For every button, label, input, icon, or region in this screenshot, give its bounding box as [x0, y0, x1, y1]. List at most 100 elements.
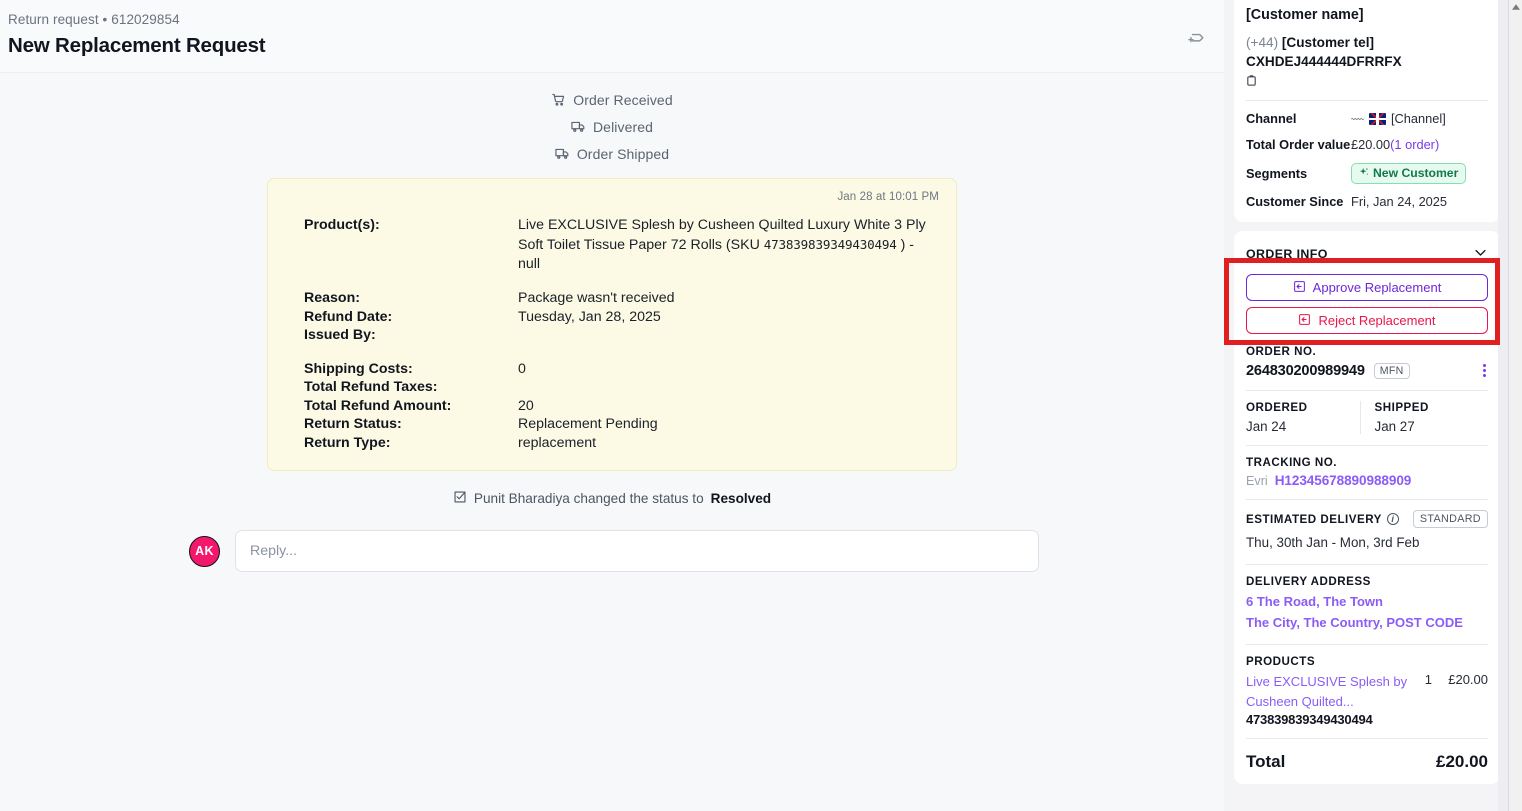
sidebar-scroll-track[interactable]	[1498, 0, 1508, 811]
uk-flag-icon	[1369, 113, 1386, 125]
shipping-speed-chip: STANDARD	[1412, 510, 1488, 528]
shipped-block: SHIPPED Jan 27	[1361, 401, 1489, 434]
order-no-value[interactable]: 264830200989949	[1246, 363, 1365, 379]
timeline-step-label: Order Received	[573, 91, 673, 108]
customer-id: CXHDEJ444444DFRRFX	[1246, 54, 1402, 69]
divider	[1246, 738, 1488, 739]
divider	[1246, 499, 1488, 500]
note-value: Replacement Pending	[518, 416, 658, 432]
reject-replacement-label: Reject Replacement	[1318, 313, 1436, 328]
divider	[1246, 100, 1488, 101]
squiggle-icon	[1351, 111, 1364, 127]
shipped-label: SHIPPED	[1374, 401, 1429, 414]
truck-icon	[571, 119, 586, 134]
timeline-step-label: Delivered	[592, 118, 654, 135]
note-timestamp: Jan 28 at 10:01 PM	[837, 191, 939, 203]
timeline-step: Order Shipped	[0, 140, 1224, 167]
ordered-value: Jan 24	[1246, 419, 1287, 434]
arrow-into-box-icon	[1293, 280, 1306, 296]
field-value: [Channel]	[1391, 111, 1446, 126]
fulfillment-chip: MFN	[1373, 362, 1410, 379]
order-info-title: ORDER INFO	[1246, 247, 1328, 261]
delivery-address-line2[interactable]: The City, The Country, POST CODE	[1246, 612, 1488, 633]
product-price: £20.00	[1448, 672, 1488, 687]
estimated-delivery-header: ESTIMATED DELIVERY i STANDARD	[1246, 510, 1488, 528]
field-value-wrap: New Customer	[1351, 163, 1467, 184]
page-title: New Replacement Request	[8, 34, 266, 57]
note-label: Total Refund Amount:	[304, 397, 452, 414]
note-label: Refund Date:	[304, 308, 393, 325]
timeline-step: Delivered	[0, 113, 1224, 140]
reply-placeholder: Reply...	[250, 543, 298, 559]
order-info-header[interactable]: ORDER INFO	[1246, 241, 1488, 265]
estimated-delivery-value: Thu, 30th Jan - Mon, 3rd Feb	[1246, 535, 1420, 550]
total-label: Total	[1246, 752, 1286, 771]
divider	[1246, 564, 1488, 565]
note-value: replacement	[518, 434, 597, 451]
breadcrumb[interactable]: Return request • 612029854	[8, 11, 1208, 29]
chevron-down-icon[interactable]	[1473, 245, 1488, 263]
divider	[1246, 644, 1488, 645]
avatar: AK	[189, 535, 220, 567]
return-details-note: Jan 28 at 10:01 PM Product(s): Live EXCL…	[267, 178, 957, 471]
reject-replacement-button[interactable]: Reject Replacement	[1246, 307, 1488, 334]
delivery-address-label: DELIVERY ADDRESS	[1246, 575, 1371, 588]
product-sku: 473839839349430494	[763, 237, 897, 252]
delivery-address-line1[interactable]: 6 The Road, The Town	[1246, 591, 1488, 612]
note-value	[518, 378, 939, 397]
field-key: Channel	[1246, 111, 1297, 126]
timeline-step: Order Received	[0, 86, 1224, 113]
order-value-group: £20.00 (1 order)	[1351, 137, 1439, 153]
tracking-label: TRACKING NO.	[1246, 456, 1338, 469]
segment-badge-label: New Customer	[1373, 166, 1459, 180]
product-name[interactable]: Live EXCLUSIVE Splesh by Cusheen Quilted…	[1246, 672, 1410, 712]
shipped-value: Jan 27	[1374, 419, 1415, 434]
order-no-row: 264830200989949 MFN	[1246, 362, 1488, 379]
reply-composer: AK Reply...	[189, 530, 1224, 572]
shopping-cart-icon	[551, 92, 566, 107]
field-segments: Segments New Customer	[1246, 163, 1488, 184]
sparkle-icon	[1359, 166, 1369, 181]
tracking-row: Evri H12345678890988909	[1246, 473, 1488, 488]
status-change-entry: Punit Bharadiya changed the status to Re…	[0, 490, 1224, 507]
scroll-up-arrow-icon[interactable]	[1509, 0, 1522, 14]
note-label: Return Status:	[304, 416, 402, 432]
order-timeline: Order Received Delivered Order Shipped	[0, 86, 1224, 167]
order-count-link[interactable]: (1 order)	[1390, 137, 1439, 153]
page-scrollbar[interactable]	[1508, 0, 1522, 811]
segment-badge[interactable]: New Customer	[1351, 163, 1467, 184]
field-key: Customer Since	[1246, 194, 1344, 209]
main-content: Return request • 612029854 New Replaceme…	[0, 0, 1224, 811]
note-value: Package wasn't received	[518, 290, 675, 306]
field-value: Fri, Jan 24, 2025	[1351, 194, 1448, 209]
status-change-text: Punit Bharadiya changed the status to	[473, 491, 704, 506]
order-total-row: Total £20.00	[1246, 749, 1488, 772]
page-header: Return request • 612029854 New Replaceme…	[0, 0, 1224, 73]
approve-replacement-button[interactable]: Approve Replacement	[1246, 274, 1488, 301]
note-value: Tuesday, Jan 28, 2025	[518, 308, 661, 325]
product-quantity: 1	[1424, 672, 1432, 687]
arrow-into-box-icon	[1298, 313, 1311, 329]
timeline-step-label: Order Shipped	[576, 145, 670, 162]
forward-plus-icon[interactable]	[1182, 24, 1210, 52]
copy-icon[interactable]	[1246, 74, 1488, 89]
note-value: 20	[518, 397, 534, 414]
reply-input[interactable]: Reply...	[235, 530, 1039, 572]
status-change-value: Resolved	[710, 491, 772, 506]
info-icon[interactable]: i	[1386, 513, 1399, 525]
divider	[1246, 445, 1488, 446]
more-vertical-icon[interactable]	[1481, 362, 1488, 379]
order-dates: ORDERED Jan 24 SHIPPED Jan 27	[1246, 401, 1488, 434]
field-value-wrap: [Channel]	[1351, 111, 1446, 127]
return-request-page: Return request • 612029854 New Replaceme…	[0, 0, 1522, 811]
field-key: Segments	[1246, 165, 1308, 181]
tracking-number[interactable]: H12345678890988909	[1275, 473, 1412, 488]
note-label: Issued By:	[304, 327, 376, 343]
note-label: Product(s):	[304, 217, 380, 233]
product-sku: 473839839349430494	[1246, 712, 1373, 727]
field-customer-since: Customer Since Fri, Jan 24, 2025	[1246, 194, 1488, 210]
note-label: Total Refund Taxes:	[304, 379, 438, 395]
note-label: Return Type:	[304, 434, 391, 451]
